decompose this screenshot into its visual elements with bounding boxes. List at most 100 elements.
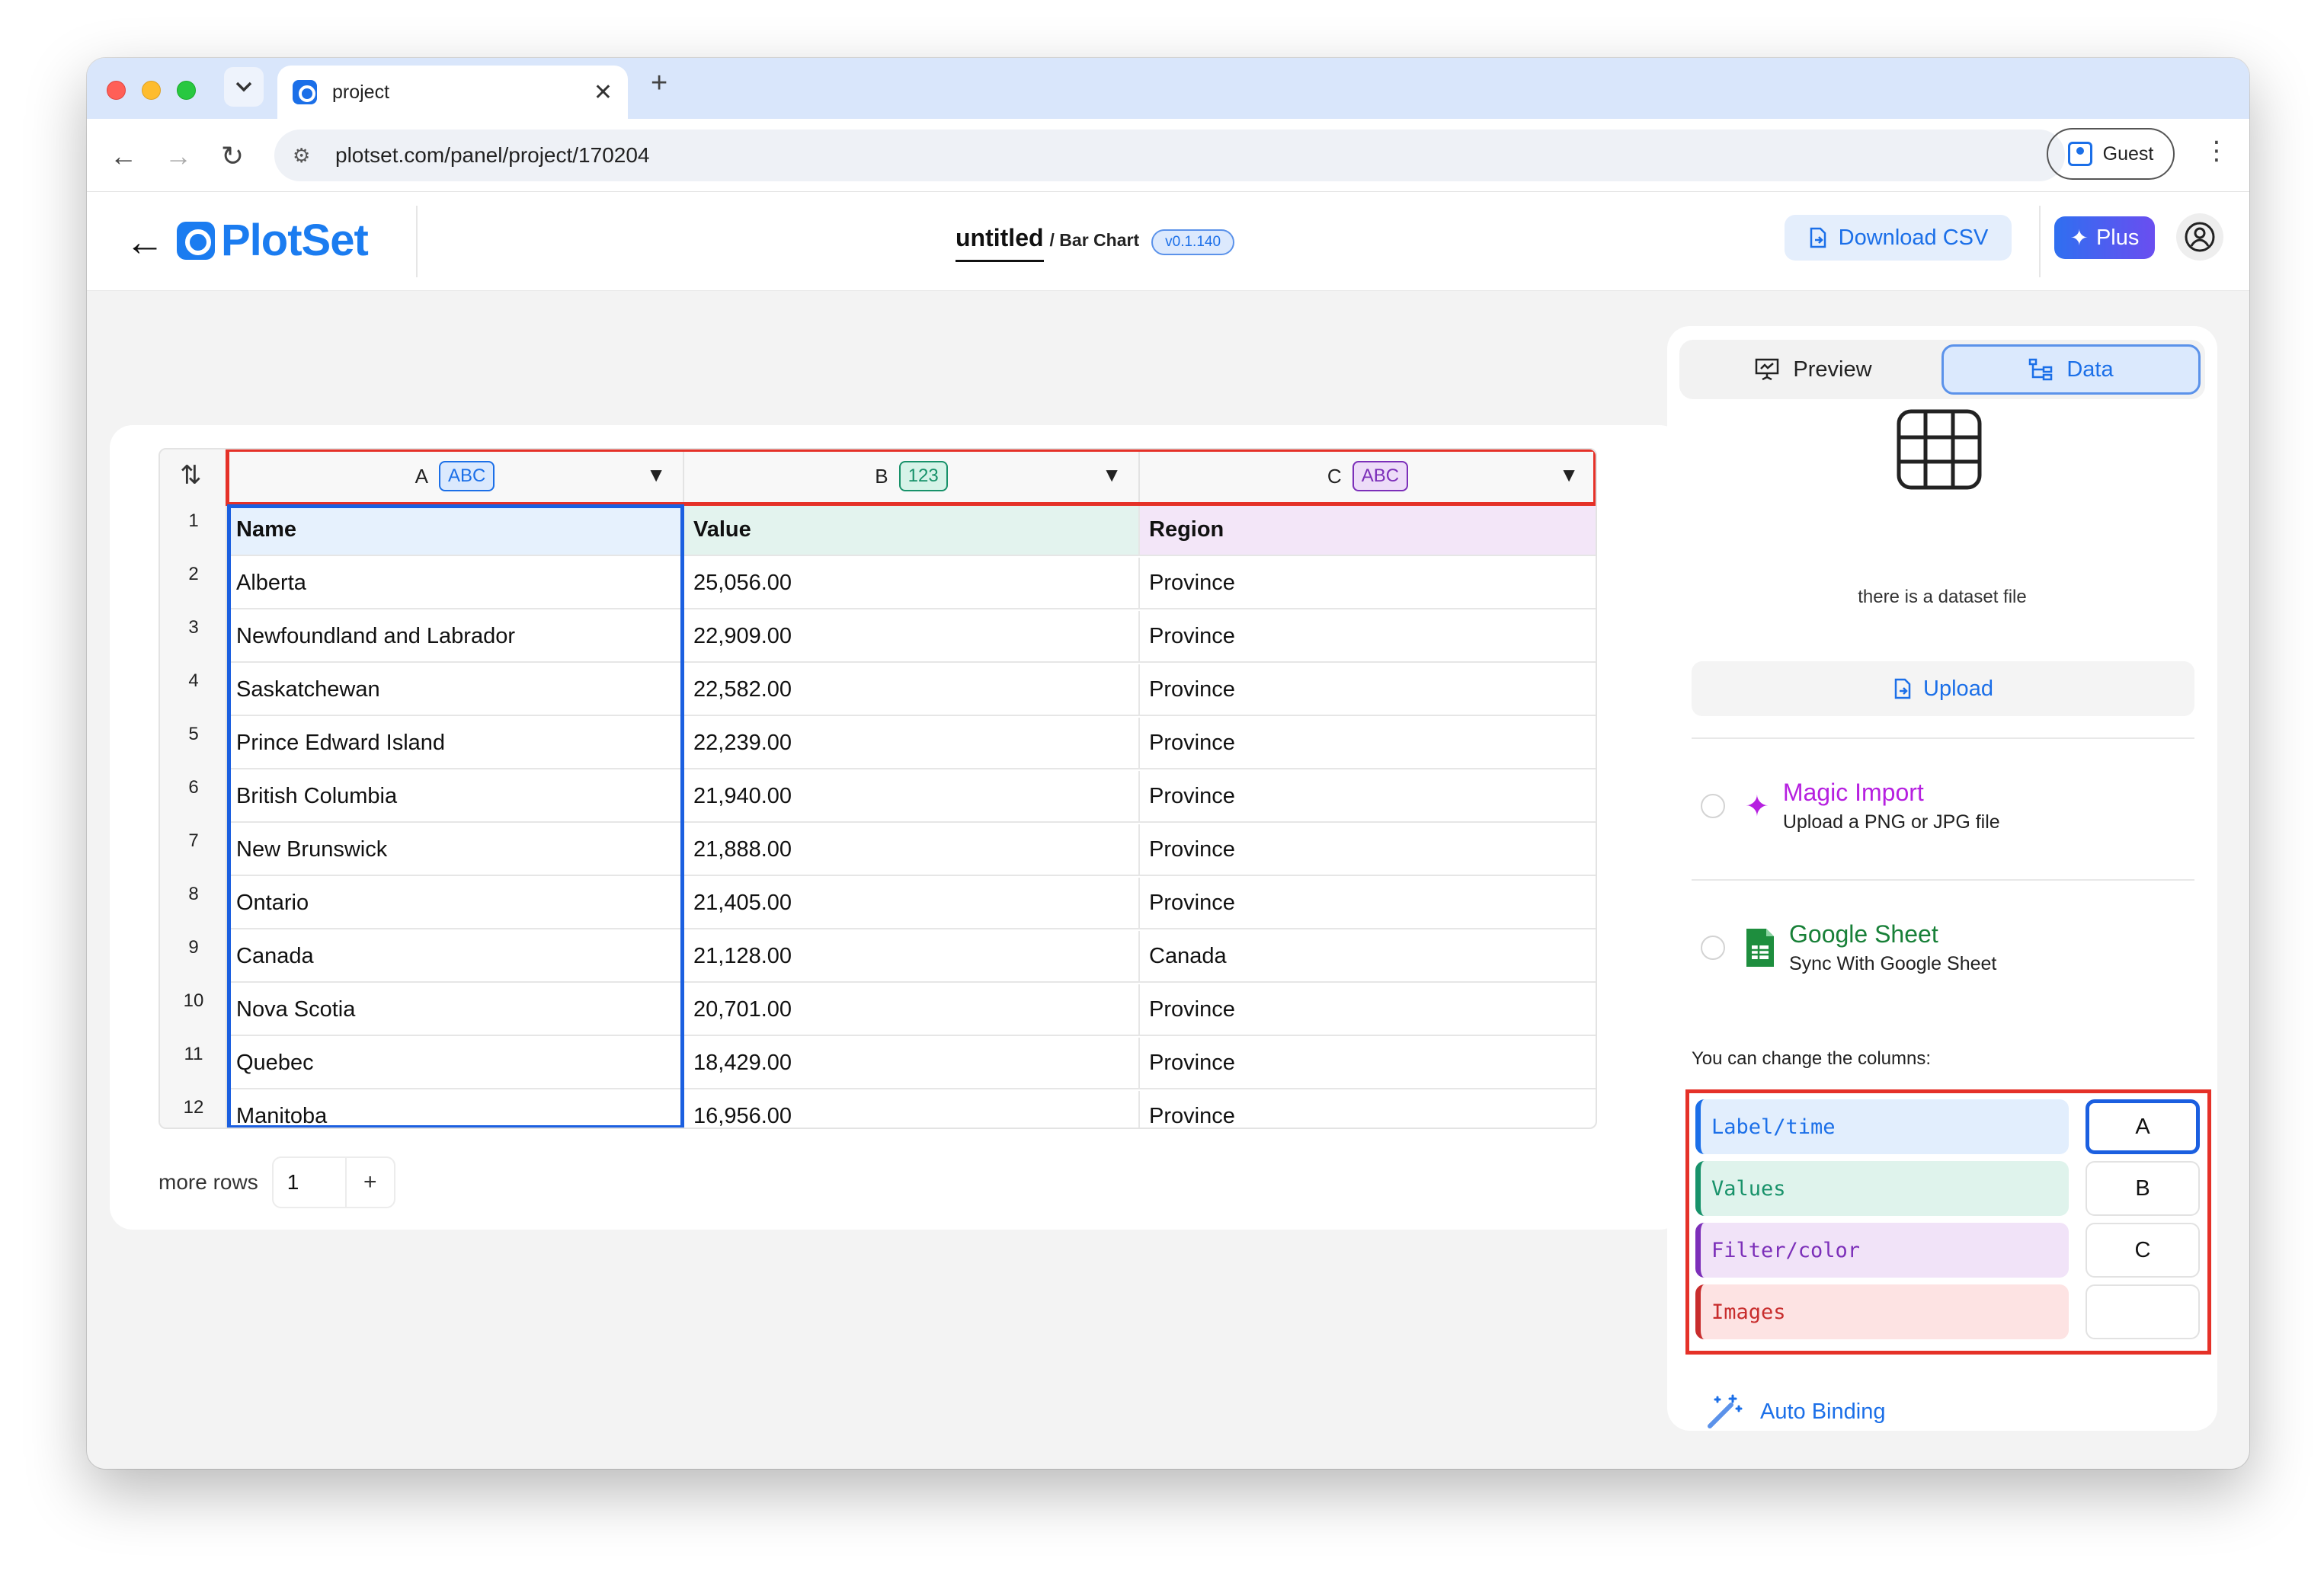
- magic-import-option[interactable]: ✦ Magic Import Upload a PNG or JPG file: [1692, 760, 2194, 852]
- guest-label: Guest: [2102, 142, 2154, 165]
- column-type-badge[interactable]: ABC: [1352, 461, 1409, 491]
- cell-region[interactable]: Province: [1140, 878, 1596, 929]
- filter-color-field: Filter/color: [1695, 1223, 2069, 1278]
- column-menu-caret-icon[interactable]: ▼: [646, 463, 666, 487]
- url-text[interactable]: plotset.com/panel/project/170204: [335, 143, 650, 168]
- cell-value[interactable]: 18,429.00: [684, 1038, 1140, 1089]
- google-sheet-title: Google Sheet: [1789, 920, 1938, 948]
- maximize-window-button[interactable]: [177, 81, 196, 100]
- spreadsheet: ⇅ A ABC ▼ B 123 ▼ C ABC ▼ 1 Name Value Region 2 Albert…: [158, 448, 1597, 1129]
- sort-rows-icon[interactable]: ⇅: [180, 460, 202, 491]
- row-number: 9: [188, 937, 199, 958]
- mapping-row-filter: Filter/color C: [1695, 1223, 2204, 1278]
- forward-icon[interactable]: →: [165, 140, 192, 172]
- column-type-badge[interactable]: 123: [898, 461, 948, 491]
- cell-value[interactable]: 22,582.00: [684, 664, 1140, 716]
- more-rows-input[interactable]: 1: [274, 1158, 347, 1207]
- upload-button[interactable]: Upload: [1692, 661, 2194, 716]
- cell-value[interactable]: 16,956.00: [684, 1091, 1140, 1128]
- plus-upgrade-button[interactable]: ✦ Plus: [2054, 216, 2155, 259]
- cell-region[interactable]: Province: [1140, 984, 1596, 1036]
- column-type-badge[interactable]: ABC: [438, 461, 495, 491]
- site-settings-icon[interactable]: ⚙: [293, 144, 319, 168]
- header-cell-region[interactable]: Region: [1140, 504, 1596, 556]
- header-cell-name[interactable]: Name: [227, 504, 684, 556]
- cell-name[interactable]: Prince Edward Island: [227, 718, 684, 769]
- file-export-icon: [1810, 227, 1826, 248]
- cell-value[interactable]: 21,940.00: [684, 771, 1140, 823]
- cell-region[interactable]: Canada: [1140, 931, 1596, 983]
- cell-value[interactable]: 21,405.00: [684, 878, 1140, 929]
- cell-region[interactable]: Province: [1140, 664, 1596, 716]
- cell-name[interactable]: Quebec: [227, 1038, 684, 1089]
- column-menu-caret-icon[interactable]: ▼: [1559, 463, 1579, 487]
- cell-region[interactable]: Province: [1140, 824, 1596, 876]
- cell-name[interactable]: Canada: [227, 931, 684, 983]
- browser-tab[interactable]: project ✕: [277, 66, 628, 119]
- upload-label: Upload: [1923, 676, 1993, 701]
- magic-import-radio[interactable]: [1701, 794, 1725, 818]
- cell-name[interactable]: British Columbia: [227, 771, 684, 823]
- cell-region[interactable]: Province: [1140, 1091, 1596, 1128]
- values-column-select[interactable]: B: [2086, 1161, 2200, 1216]
- tab-data[interactable]: Data: [1941, 344, 2201, 395]
- back-icon[interactable]: ←: [110, 140, 137, 172]
- cell-name[interactable]: New Brunswick: [227, 824, 684, 876]
- images-column-select[interactable]: [2086, 1284, 2200, 1339]
- close-window-button[interactable]: [107, 81, 126, 100]
- plotset-logo[interactable]: PlotSet: [177, 215, 369, 266]
- auto-binding-button[interactable]: Auto Binding: [1705, 1393, 1885, 1431]
- cell-value[interactable]: 22,239.00: [684, 718, 1140, 769]
- more-rows-stepper[interactable]: 1 +: [271, 1156, 395, 1208]
- project-name-input[interactable]: untitled: [956, 224, 1044, 262]
- more-rows-control: more rows 1 +: [158, 1156, 395, 1208]
- cell-value[interactable]: 25,056.00: [684, 558, 1140, 609]
- cell-region[interactable]: Province: [1140, 558, 1596, 609]
- cell-name[interactable]: Saskatchewan: [227, 664, 684, 716]
- cell-value[interactable]: 22,909.00: [684, 611, 1140, 663]
- cell-region[interactable]: Province: [1140, 1038, 1596, 1089]
- row-number: 5: [188, 724, 199, 744]
- cell-name[interactable]: Nova Scotia: [227, 984, 684, 1036]
- divider: [1692, 737, 2194, 739]
- row-number: 8: [188, 884, 199, 904]
- cell-name[interactable]: Ontario: [227, 878, 684, 929]
- address-bar[interactable]: ⚙ plotset.com/panel/project/170204: [274, 130, 2065, 181]
- cell-region[interactable]: Province: [1140, 611, 1596, 663]
- cell-name[interactable]: Newfoundland and Labrador: [227, 611, 684, 663]
- column-menu-caret-icon[interactable]: ▼: [1102, 463, 1122, 487]
- cell-value[interactable]: 21,888.00: [684, 824, 1140, 876]
- new-tab-button[interactable]: +: [651, 67, 667, 100]
- close-tab-icon[interactable]: ✕: [594, 79, 613, 106]
- google-sheet-radio[interactable]: [1701, 936, 1725, 960]
- column-mapping-box: Label/time A Values B Filter/color C Ima…: [1685, 1089, 2211, 1355]
- cell-region[interactable]: Province: [1140, 771, 1596, 823]
- user-avatar[interactable]: [2176, 213, 2223, 261]
- back-arrow-icon[interactable]: ←: [125, 219, 165, 265]
- download-csv-button[interactable]: Download CSV: [1785, 215, 2012, 261]
- reload-icon[interactable]: ↻: [221, 140, 244, 172]
- chart-type-label: / Bar Chart: [1049, 230, 1140, 250]
- tab-search-button[interactable]: [224, 67, 264, 107]
- row-number: 10: [183, 990, 204, 1011]
- header-cell-value[interactable]: Value: [684, 504, 1140, 556]
- cell-name[interactable]: Alberta: [227, 558, 684, 609]
- cell-value[interactable]: 20,701.00: [684, 984, 1140, 1036]
- cell-name[interactable]: Manitoba: [227, 1091, 684, 1128]
- tab-preview[interactable]: Preview: [1684, 344, 1943, 395]
- add-rows-button[interactable]: +: [347, 1169, 394, 1195]
- guest-profile-button[interactable]: Guest: [2047, 128, 2175, 180]
- column-header-a[interactable]: A ABC ▼: [227, 449, 684, 504]
- minimize-window-button[interactable]: [142, 81, 161, 100]
- data-table-card: ⇅ A ABC ▼ B 123 ▼ C ABC ▼ 1 Name Value Region 2 Albert…: [110, 425, 1682, 1230]
- column-header-b[interactable]: B 123 ▼: [684, 449, 1140, 504]
- browser-menu-icon[interactable]: ⋮: [2204, 136, 2230, 166]
- google-sheet-option[interactable]: Google Sheet Sync With Google Sheet: [1692, 902, 2194, 993]
- column-header-c[interactable]: C ABC ▼: [1140, 449, 1596, 504]
- auto-binding-label: Auto Binding: [1760, 1399, 1886, 1424]
- cell-region[interactable]: Province: [1140, 718, 1596, 769]
- cell-value[interactable]: 21,128.00: [684, 931, 1140, 983]
- label-time-column-select[interactable]: A: [2086, 1099, 2200, 1154]
- filter-color-column-select[interactable]: C: [2086, 1223, 2200, 1278]
- logo-text: PlotSet: [221, 216, 369, 265]
